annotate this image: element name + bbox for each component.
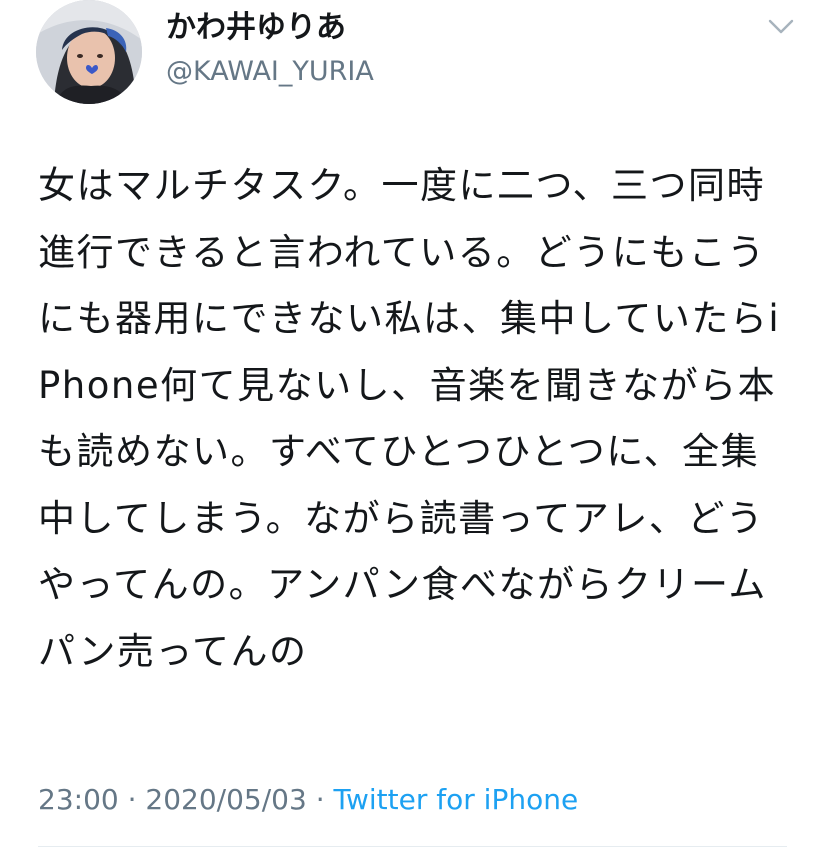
chevron-down-icon: [768, 19, 794, 34]
author-info: かわ井ゆりあ @KAWAI_YURIA: [166, 8, 374, 90]
tweet-time[interactable]: 23:00: [38, 783, 119, 816]
tweet-text: 女はマルチタスク。一度に二つ、三つ同時進行できると言われている。どうにもこうにも…: [38, 164, 781, 673]
profile-photo-icon: [36, 0, 142, 104]
divider: [38, 846, 787, 847]
tweet-metadata: 23:00 · 2020/05/03 · Twitter for iPhone: [38, 780, 578, 820]
meta-separator: ·: [127, 783, 137, 816]
user-handle[interactable]: @KAWAI_YURIA: [166, 54, 374, 90]
tweet-source-link[interactable]: Twitter for iPhone: [334, 783, 579, 816]
tweet: かわ井ゆりあ @KAWAI_YURIA 女はマルチタスク。一度に二つ、三つ同時進…: [0, 0, 825, 855]
tweet-date[interactable]: 2020/05/03: [145, 783, 306, 816]
tweet-header: かわ井ゆりあ @KAWAI_YURIA: [36, 0, 796, 105]
meta-separator: ·: [315, 783, 325, 816]
tweet-menu-button[interactable]: [766, 12, 796, 42]
avatar[interactable]: [36, 0, 142, 104]
display-name[interactable]: かわ井ゆりあ: [166, 8, 374, 48]
